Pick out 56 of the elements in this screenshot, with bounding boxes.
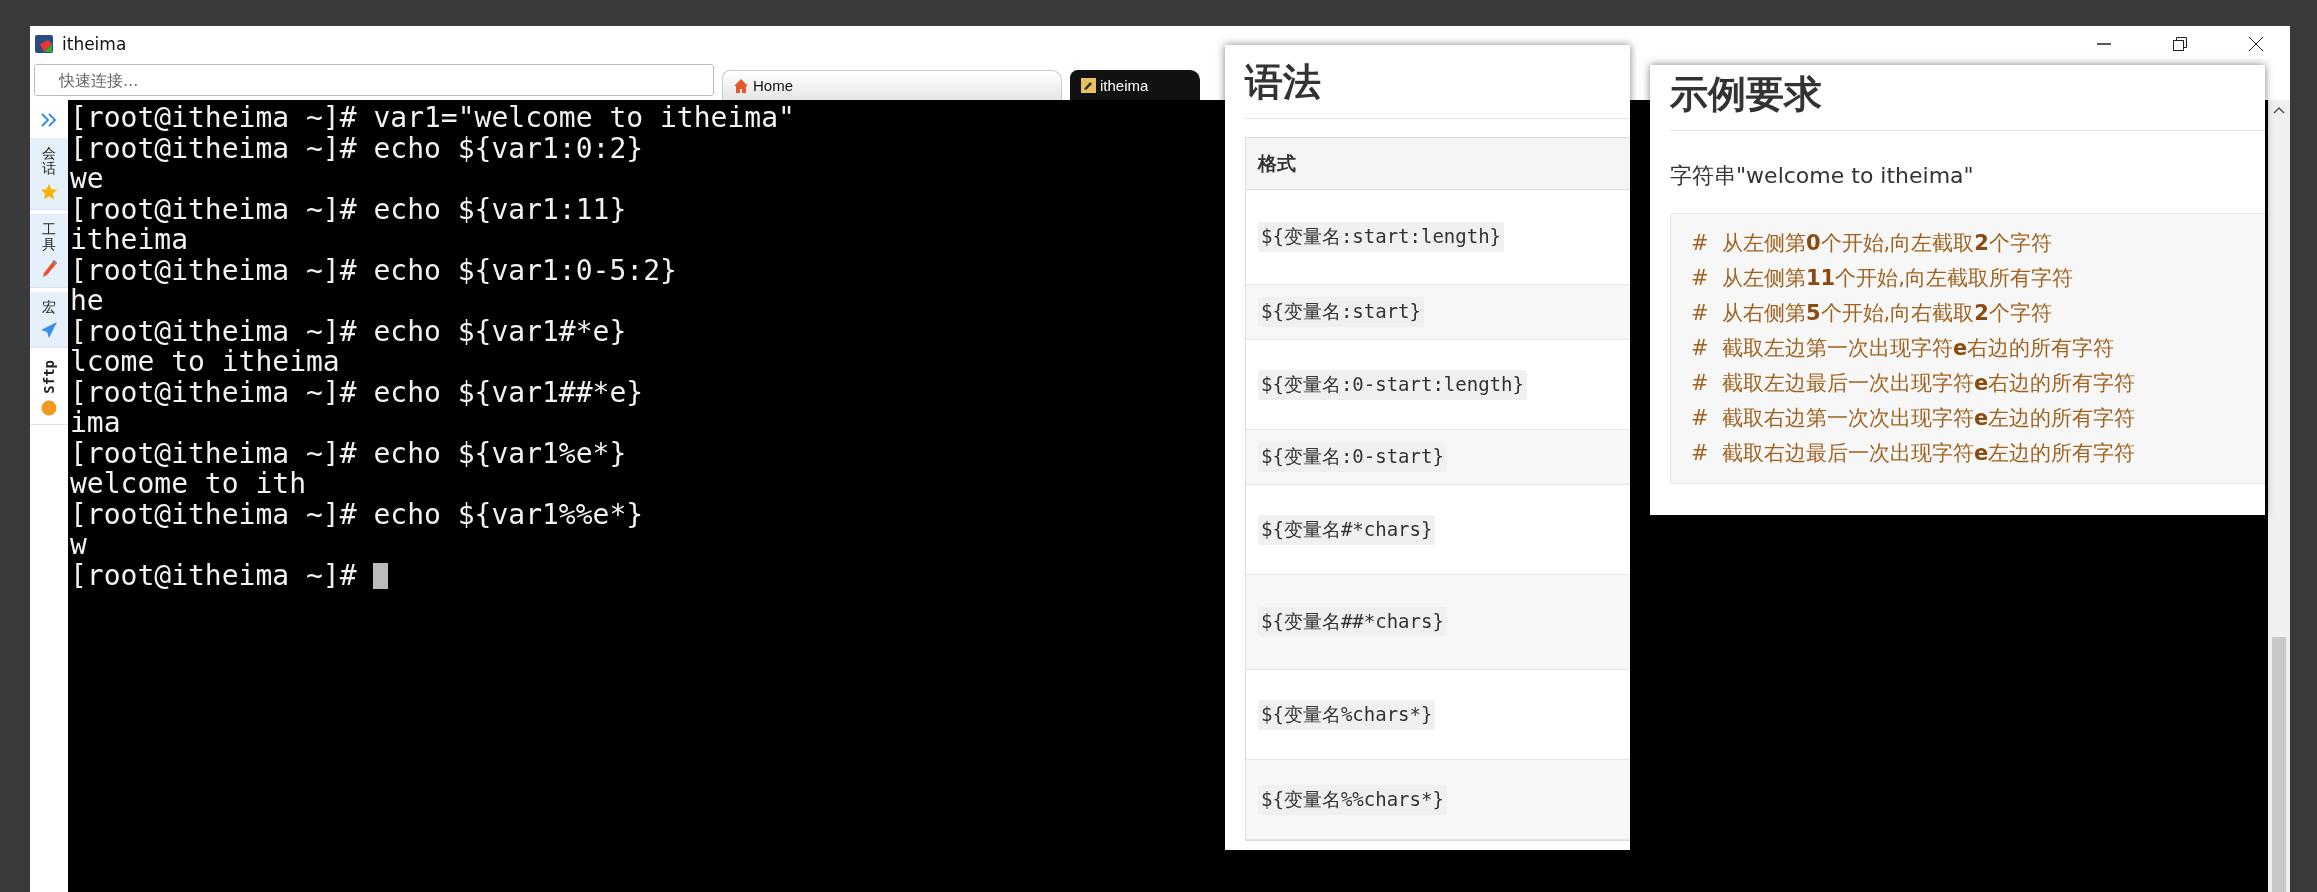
circle-icon <box>41 399 57 416</box>
terminal-line: [root@itheima ~]# echo ${var1:0:2} <box>70 133 644 164</box>
house-icon <box>733 77 749 94</box>
star-icon <box>40 182 58 201</box>
syntax-code: ${变量名#*chars} <box>1258 514 1436 545</box>
session-tab[interactable]: Home <box>722 70 1062 100</box>
syntax-code: ${变量名:start:length} <box>1258 222 1505 252</box>
terminal-line: w <box>70 530 87 561</box>
session-tab[interactable]: itheima <box>1070 70 1200 100</box>
sidebar-tab[interactable]: 会话 <box>30 138 68 210</box>
paper-plane-icon <box>40 320 58 339</box>
syntax-code: ${变量名:start} <box>1258 297 1424 327</box>
minimize-icon <box>2096 43 2112 45</box>
panel-title: 语法 <box>1245 45 1630 119</box>
code-comment: # 截取左边最后一次出现字符e右边的所有字符 <box>1691 370 2137 397</box>
window-title: itheima <box>62 34 127 54</box>
example-text: 字符串"welcome to itheima" <box>1670 162 1975 190</box>
terminal-line: [root@itheima ~]# echo ${var1:11} <box>70 194 627 225</box>
scroll-up-icon[interactable] <box>2273 106 2285 114</box>
syntax-code: ${变量名##*chars} <box>1258 607 1447 637</box>
terminal-line: we <box>70 164 104 195</box>
app-logo-icon <box>34 34 54 54</box>
syntax-code: ${变量名:0-start} <box>1258 442 1447 472</box>
column-header: 格式 <box>1246 138 1630 190</box>
sidebar-tab[interactable]: 宏 <box>30 291 68 348</box>
code-comment: # 从左侧第0个开始,向左截取2个字符 <box>1691 230 2053 257</box>
terminal-line: [root@itheima ~]# echo ${var1%e*} <box>70 438 627 469</box>
pen-icon <box>40 258 58 279</box>
syntax-code: ${变量名%chars*} <box>1258 699 1436 730</box>
terminal-line: [root@itheima ~]# echo ${var1:0-5:2} <box>70 255 677 286</box>
terminal-line: lcome to itheima <box>70 347 340 378</box>
terminal-line: he <box>70 286 104 317</box>
terminal-line: [root@itheima ~]# echo ${var1##*e} <box>70 377 644 408</box>
terminal-line: [root@itheima ~]# echo ${var1%%e*} <box>70 499 644 530</box>
close-icon <box>2248 36 2264 52</box>
code-comment: # 截取右边最后一次出现字符e左边的所有字符 <box>1691 440 2137 467</box>
sidebar-tab[interactable]: 工具 <box>30 213 68 288</box>
restore-icon <box>2172 36 2188 52</box>
expand-icon[interactable] <box>40 112 58 128</box>
quick-connect-field[interactable]: 快速连接... <box>34 64 714 96</box>
terminal-line: welcome to ith <box>70 469 306 500</box>
code-comment: # 从左侧第11个开始,向左截取所有字符 <box>1691 265 2074 292</box>
terminal-line: [root@itheima ~]# var1="welcome to itheima" <box>70 103 795 134</box>
terminal-line: ima <box>70 408 121 439</box>
terminal-line: [root@itheima ~]# <box>70 560 358 591</box>
code-comment: # 从右侧第5个开始,向右截取2个字符 <box>1691 300 2053 327</box>
terminal-line: [root@itheima ~]# echo ${var1#*e} <box>70 316 627 347</box>
code-comment: # 截取左边第一次出现字符e右边的所有字符 <box>1691 335 2116 362</box>
scrollbar-thumb[interactable] <box>2272 637 2286 892</box>
code-comment: # 截取右边第一次次出现字符e左边的所有字符 <box>1691 405 2137 432</box>
syntax-code: ${变量名%%chars*} <box>1258 784 1447 815</box>
terminal-line: itheima <box>70 225 188 256</box>
syntax-code: ${变量名:0-start:length} <box>1258 369 1527 400</box>
panel-title: 示例要求 <box>1670 65 2265 131</box>
scrollbar[interactable] <box>2268 100 2290 892</box>
terminal-icon <box>1081 78 1096 93</box>
